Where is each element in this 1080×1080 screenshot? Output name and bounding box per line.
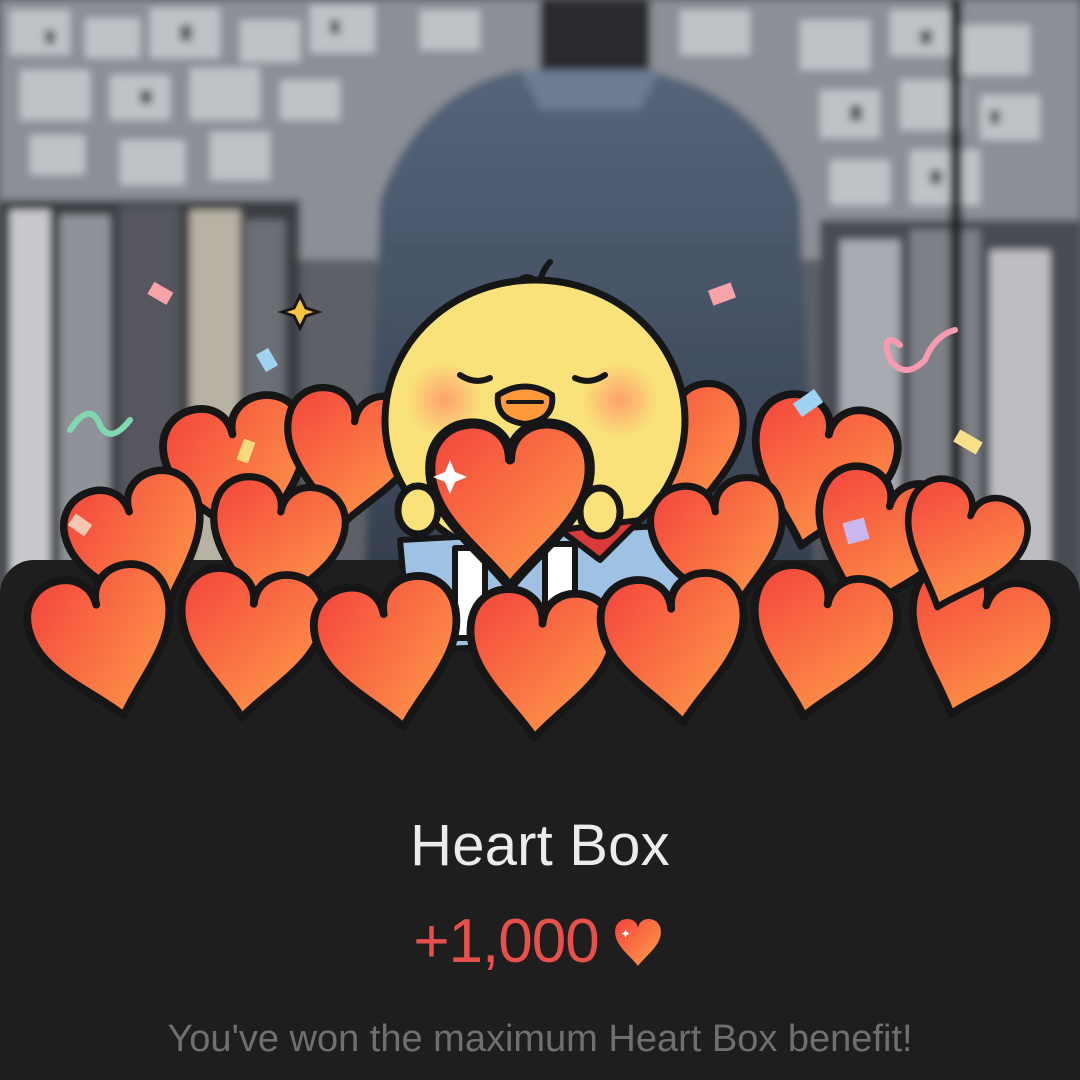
reward-title: Heart Box [410, 813, 670, 878]
reward-amount-row: +1,000 [0, 906, 1080, 977]
reward-message: You've won the maximum Heart Box benefit… [167, 1018, 913, 1060]
heart-icon [171, 564, 329, 725]
heart-box-illustration [0, 250, 1080, 770]
heart-icon [463, 587, 616, 743]
reward-amount: +1,000 [413, 907, 599, 976]
heart-icon [734, 558, 904, 731]
heart-icon [308, 570, 474, 739]
sparkle-icon [277, 292, 323, 332]
heart-icon [614, 918, 661, 966]
heart-icon [597, 569, 755, 730]
